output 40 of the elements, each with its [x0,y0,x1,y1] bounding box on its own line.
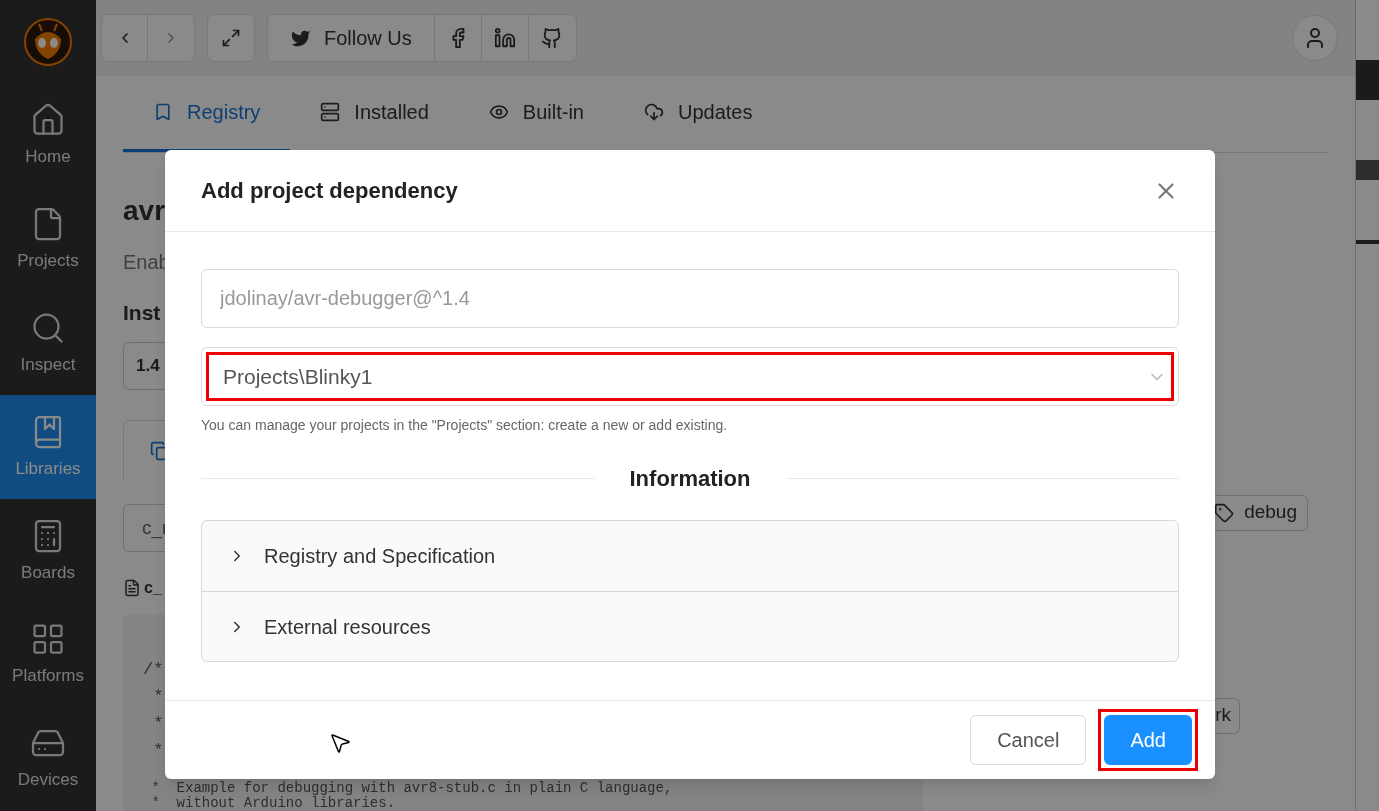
tab[interactable]: Updates [614,75,783,152]
add-button[interactable]: Add [1104,715,1192,765]
code-line: * without Arduino libraries. [150,795,396,811]
home-icon [30,101,66,138]
sidebar-item[interactable]: Inspect [0,291,96,396]
logo [23,16,73,67]
code-line: * [152,741,164,760]
code-line: * Example for debugging with avr8-stub.c in plain C language, [150,780,673,796]
library-title: avr [123,193,166,228]
pointer-cursor-icon [328,731,352,755]
sidebar-item[interactable]: Projects [0,187,96,292]
package-field[interactable]: jdolinay/avr-debugger@^1.4 [201,269,1179,328]
account-button[interactable] [1292,14,1338,61]
code-line: * [152,714,164,733]
cloud-download-icon [644,102,664,123]
collapse-panel-header[interactable]: External resources [202,591,1178,661]
file-name: c_ [144,578,162,598]
dialog-title: Add project dependency [201,177,458,205]
sidebar-item[interactable]: Platforms [0,603,96,708]
code-line: * [152,687,164,706]
linkedin-icon [493,26,516,49]
tab[interactable]: Installed [290,75,459,152]
sidebar-item[interactable]: Boards [0,499,96,604]
hint-text: You can manage your projects in the "Projects" section: create a new or add existing. [201,416,729,435]
bookmark-icon [153,102,173,123]
expand-icon [221,27,241,48]
server-icon [320,102,341,123]
fullscreen-button[interactable] [207,13,255,62]
sidebar-item[interactable]: Libraries [0,395,96,500]
section-title: Information [628,465,752,493]
sidebar-item[interactable]: Home [0,83,96,188]
tag-icon [1214,502,1235,523]
tab[interactable]: Built-in [458,75,614,152]
file-icon [123,579,141,597]
project-select[interactable]: Projects\Blinky1 [201,347,1179,406]
install-heading: Inst [123,299,161,326]
sidebar-item[interactable]: Devices [0,707,96,811]
collapse-panel-header[interactable]: Registry and Specification [202,521,1178,591]
code-line: /* [143,660,164,679]
cancel-button[interactable]: Cancel [970,715,1087,765]
